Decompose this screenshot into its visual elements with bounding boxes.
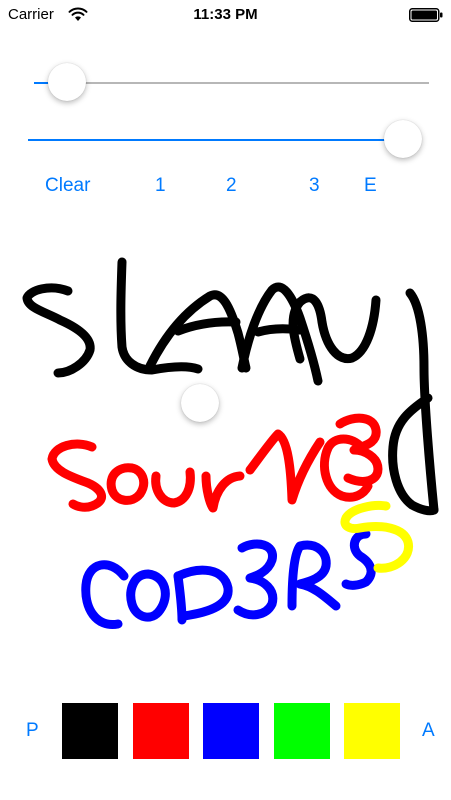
slider-track-filled [34, 82, 48, 84]
opacity-slider[interactable] [28, 120, 424, 160]
slider-track-filled [28, 139, 404, 141]
brush-1-button[interactable]: 1 [155, 174, 166, 198]
brush-2-button[interactable]: 2 [226, 174, 237, 198]
blue-strokes [81, 529, 376, 629]
drawing-canvas[interactable] [0, 230, 451, 680]
clear-button[interactable]: Clear [45, 174, 90, 198]
slider-track-empty [48, 82, 429, 84]
color-swatch-black[interactable] [62, 703, 118, 759]
red-strokes [47, 413, 383, 513]
eraser-button[interactable]: E [364, 174, 377, 198]
color-swatch-yellow[interactable] [344, 703, 400, 759]
slider-thumb[interactable] [48, 63, 86, 101]
floating-slider-thumb[interactable] [181, 384, 219, 422]
battery-icon [409, 8, 443, 22]
color-swatch-red[interactable] [133, 703, 189, 759]
brush-3-button[interactable]: 3 [309, 174, 320, 198]
palette-right-button[interactable]: A [422, 719, 435, 743]
status-time: 11:33 PM [193, 6, 258, 23]
color-swatch-blue[interactable] [203, 703, 259, 759]
status-bar: Carrier 11:33 PM [0, 0, 451, 30]
brush-size-slider[interactable] [34, 63, 429, 103]
palette-left-button[interactable]: P [26, 719, 39, 743]
slider-thumb[interactable] [384, 120, 422, 158]
color-swatch-green[interactable] [274, 703, 330, 759]
